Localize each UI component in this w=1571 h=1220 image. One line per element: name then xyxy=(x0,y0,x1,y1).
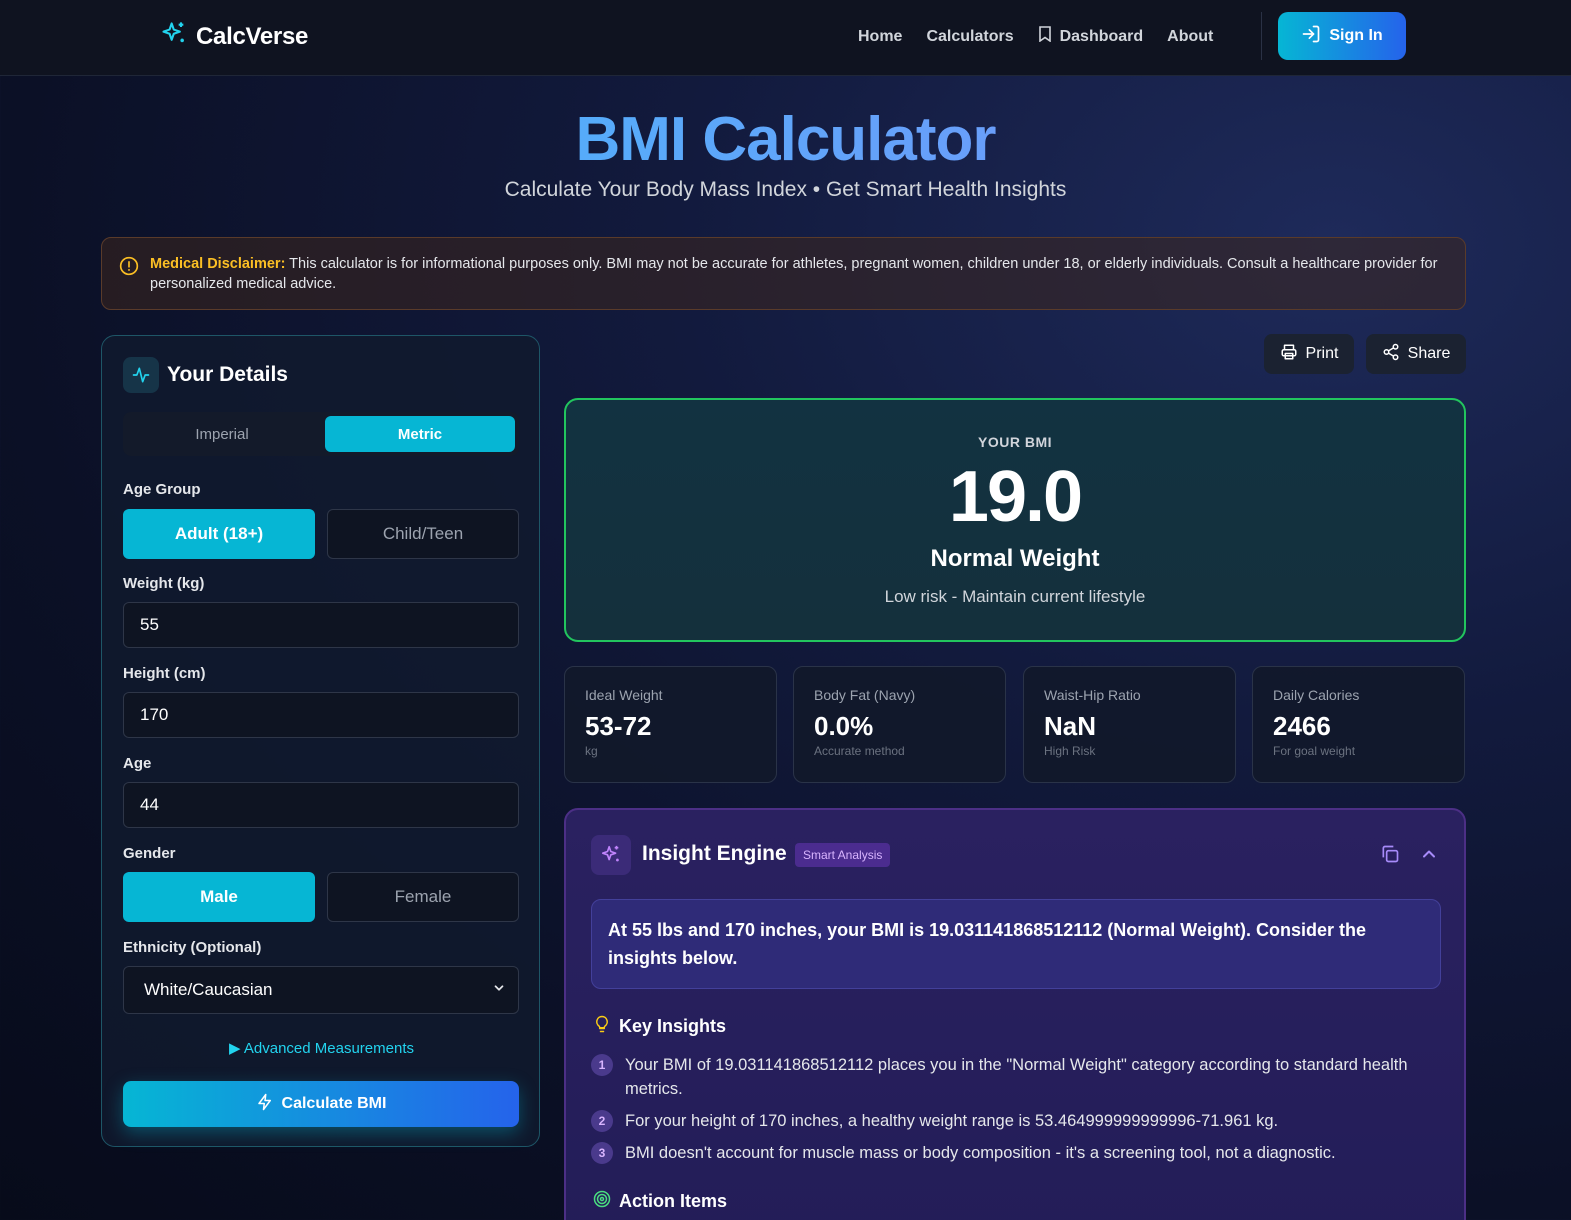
nav-calculators[interactable]: Calculators xyxy=(926,28,1013,46)
alert-circle-icon xyxy=(119,256,139,282)
gender-female-button[interactable]: Female xyxy=(327,872,519,922)
share-label: Share xyxy=(1407,345,1451,362)
bmi-result-label: YOUR BMI xyxy=(978,434,1052,450)
panel-header: Your Details xyxy=(123,357,288,393)
unit-imperial-button[interactable]: Imperial xyxy=(127,416,317,452)
smart-analysis-badge: Smart Analysis xyxy=(795,843,891,867)
target-icon xyxy=(593,1190,611,1213)
bmi-category: Normal Weight xyxy=(930,545,1100,572)
weight-input[interactable]: 55 xyxy=(123,602,519,648)
share-button[interactable]: Share xyxy=(1366,334,1466,374)
copy-icon[interactable] xyxy=(1380,844,1400,869)
age-child-button[interactable]: Child/Teen xyxy=(327,509,519,559)
advanced-measurements-toggle[interactable]: ▶ Advanced Measurements xyxy=(102,1039,541,1057)
insight-item: 1 Your BMI of 19.031141868512112 places … xyxy=(591,1053,1441,1101)
gender-label: Gender xyxy=(123,845,176,862)
bmi-value: 19.0 xyxy=(948,457,1083,537)
nav-home[interactable]: Home xyxy=(858,28,902,46)
brand-name: CalcVerse xyxy=(196,22,309,50)
insight-text: Your BMI of 19.031141868512112 places yo… xyxy=(625,1056,1408,1098)
calculate-bmi-label: Calculate BMI xyxy=(281,1095,387,1112)
page-subtitle: Calculate Your Body Mass Index • Get Sma… xyxy=(504,178,1067,201)
bmi-risk-text: Low risk - Maintain current lifestyle xyxy=(884,587,1146,606)
stat-subtext: High Risk xyxy=(1044,744,1096,758)
daily-calories-card: Daily Calories 2466 For goal weight xyxy=(1252,666,1465,783)
main-nav: Home Calculators Dashboard About xyxy=(858,26,1213,47)
zap-icon xyxy=(256,1093,274,1116)
sparkle-icon xyxy=(160,20,188,53)
stat-subtext: Accurate method xyxy=(814,744,905,758)
details-panel: Your Details Imperial Metric Age Group A… xyxy=(101,335,540,1147)
login-icon xyxy=(1301,24,1321,49)
ethnicity-select[interactable]: White/Caucasian xyxy=(123,966,519,1014)
lightbulb-icon xyxy=(593,1015,611,1038)
print-label: Print xyxy=(1305,345,1339,362)
brand-logo[interactable]: CalcVerse xyxy=(160,20,308,53)
disclaimer-text: This calculator is for informational pur… xyxy=(150,256,1438,292)
insight-item: 3 BMI doesn't account for muscle mass or… xyxy=(591,1141,1441,1165)
action-items-title: Action Items xyxy=(619,1191,728,1211)
sign-in-label: Sign In xyxy=(1329,27,1383,44)
bookmark-icon xyxy=(1038,26,1052,47)
stat-label: Ideal Weight xyxy=(585,687,663,703)
calculate-bmi-button[interactable]: Calculate BMI xyxy=(123,1081,519,1127)
printer-icon xyxy=(1280,343,1298,366)
height-label: Height (cm) xyxy=(123,665,206,682)
medical-disclaimer: Medical Disclaimer: This calculator is f… xyxy=(101,237,1466,310)
share-icon xyxy=(1382,343,1400,366)
insight-item: 2 For your height of 170 inches, a healt… xyxy=(591,1109,1441,1133)
insight-summary: At 55 lbs and 170 inches, your BMI is 19… xyxy=(591,899,1441,989)
stat-value: 2466 xyxy=(1273,711,1331,741)
nav-dashboard[interactable]: Dashboard xyxy=(1038,26,1144,47)
disclaimer-label: Medical Disclaimer: xyxy=(150,256,286,272)
stat-value: 0.0% xyxy=(814,711,874,741)
nav-divider xyxy=(1261,12,1262,60)
insight-number: 2 xyxy=(591,1110,613,1132)
insight-text: For your height of 170 inches, a healthy… xyxy=(625,1112,1279,1130)
weight-label: Weight (kg) xyxy=(123,575,205,592)
action-items-heading: Action Items xyxy=(593,1190,727,1213)
stat-value: 53-72 xyxy=(585,711,652,741)
insight-number: 3 xyxy=(591,1142,613,1164)
body-fat-card: Body Fat (Navy) 0.0% Accurate method xyxy=(793,666,1006,783)
height-input[interactable]: 170 xyxy=(123,692,519,738)
waist-hip-card: Waist-Hip Ratio NaN High Risk xyxy=(1023,666,1236,783)
stat-label: Waist-Hip Ratio xyxy=(1044,687,1141,703)
stat-subtext: kg xyxy=(585,744,598,758)
ideal-weight-card: Ideal Weight 53-72 kg xyxy=(564,666,777,783)
insight-engine-panel: Insight Engine Smart Analysis At 55 lbs … xyxy=(564,808,1466,1220)
stat-subtext: For goal weight xyxy=(1273,744,1356,758)
stat-value: NaN xyxy=(1044,711,1097,741)
age-adult-button[interactable]: Adult (18+) xyxy=(123,509,315,559)
advanced-measurements-label: Advanced Measurements xyxy=(243,1040,414,1057)
stat-label: Daily Calories xyxy=(1273,687,1360,703)
stat-label: Body Fat (Navy) xyxy=(814,687,916,703)
sign-in-button[interactable]: Sign In xyxy=(1278,12,1406,60)
age-label: Age xyxy=(123,755,152,772)
chevron-up-icon[interactable] xyxy=(1419,844,1439,869)
bmi-result-card: YOUR BMI 19.0 Normal Weight Low risk - M… xyxy=(564,398,1466,642)
insight-text: BMI doesn't account for muscle mass or b… xyxy=(625,1144,1336,1162)
triangle-right-icon: ▶ xyxy=(229,1040,241,1057)
key-insights-title: Key Insights xyxy=(619,1016,727,1036)
panel-title: Your Details xyxy=(167,363,288,386)
gender-male-button[interactable]: Male xyxy=(123,872,315,922)
nav-dashboard-label: Dashboard xyxy=(1059,27,1144,45)
insight-number: 1 xyxy=(591,1054,613,1076)
top-navbar: CalcVerse Home Calculators Dashboard Abo… xyxy=(0,0,1571,76)
insight-title: Insight Engine xyxy=(642,842,787,865)
print-button[interactable]: Print xyxy=(1264,334,1354,374)
key-insights-heading: Key Insights xyxy=(593,1015,726,1038)
page-title: BMI Calculator xyxy=(0,104,1571,175)
ethnicity-value: White/Caucasian xyxy=(144,980,273,999)
chevron-down-icon xyxy=(492,980,506,1000)
sparkles-icon xyxy=(591,835,631,875)
nav-about[interactable]: About xyxy=(1167,28,1213,46)
ethnicity-label: Ethnicity (Optional) xyxy=(123,939,262,956)
age-input[interactable]: 44 xyxy=(123,782,519,828)
unit-toggle: Imperial Metric xyxy=(123,412,519,456)
activity-icon xyxy=(123,357,159,393)
unit-metric-button[interactable]: Metric xyxy=(325,416,515,452)
age-group-label: Age Group xyxy=(123,481,201,498)
